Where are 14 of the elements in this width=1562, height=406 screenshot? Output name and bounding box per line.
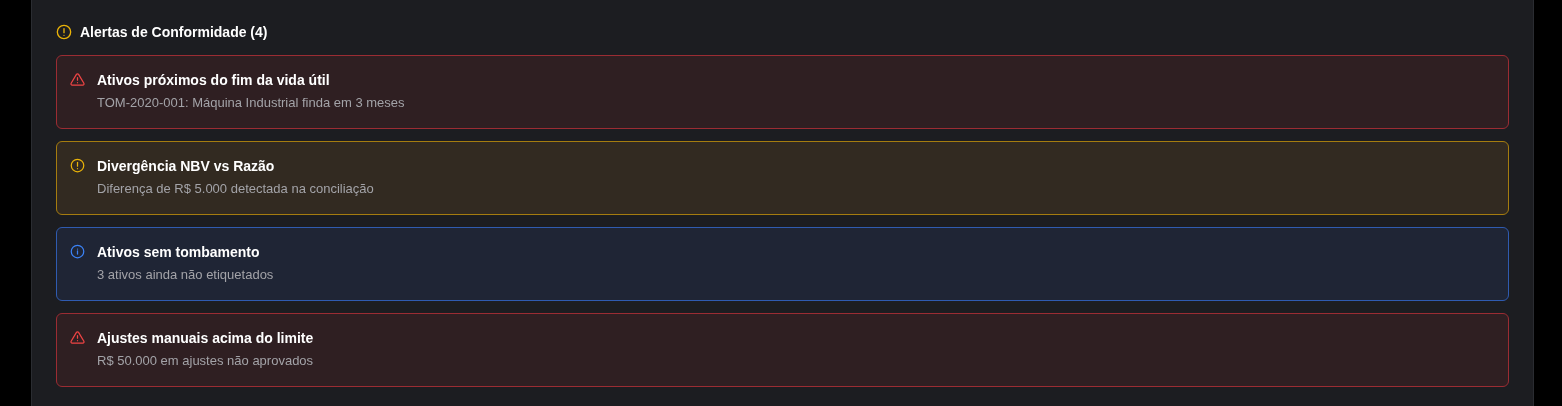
alert-description: 3 ativos ainda não etiquetados <box>97 267 274 283</box>
warning-triangle-icon <box>70 72 85 87</box>
alert-title: Ativos próximos do fim da vida útil <box>97 71 331 89</box>
alert-description: Diferença de R$ 5.000 detectada na conciliação <box>97 181 374 197</box>
info-icon <box>70 244 85 259</box>
warning-triangle-icon <box>70 330 85 345</box>
alert-title: Ativos sem tombamento <box>97 243 261 261</box>
alert-description: R$ 50.000 em ajustes não aprovados <box>97 353 314 369</box>
alert-title: Divergência NBV vs Razão <box>97 157 276 175</box>
alert-description: TOM-2020-001: Máquina Industrial finda em 3 meses <box>97 95 405 111</box>
alert-circle-icon <box>70 158 85 173</box>
alert-title: Ajustes manuais acima do limite <box>97 329 314 347</box>
alert-circle-icon <box>56 24 72 40</box>
section-title: Alertas de Conformidade (4) <box>80 22 268 42</box>
